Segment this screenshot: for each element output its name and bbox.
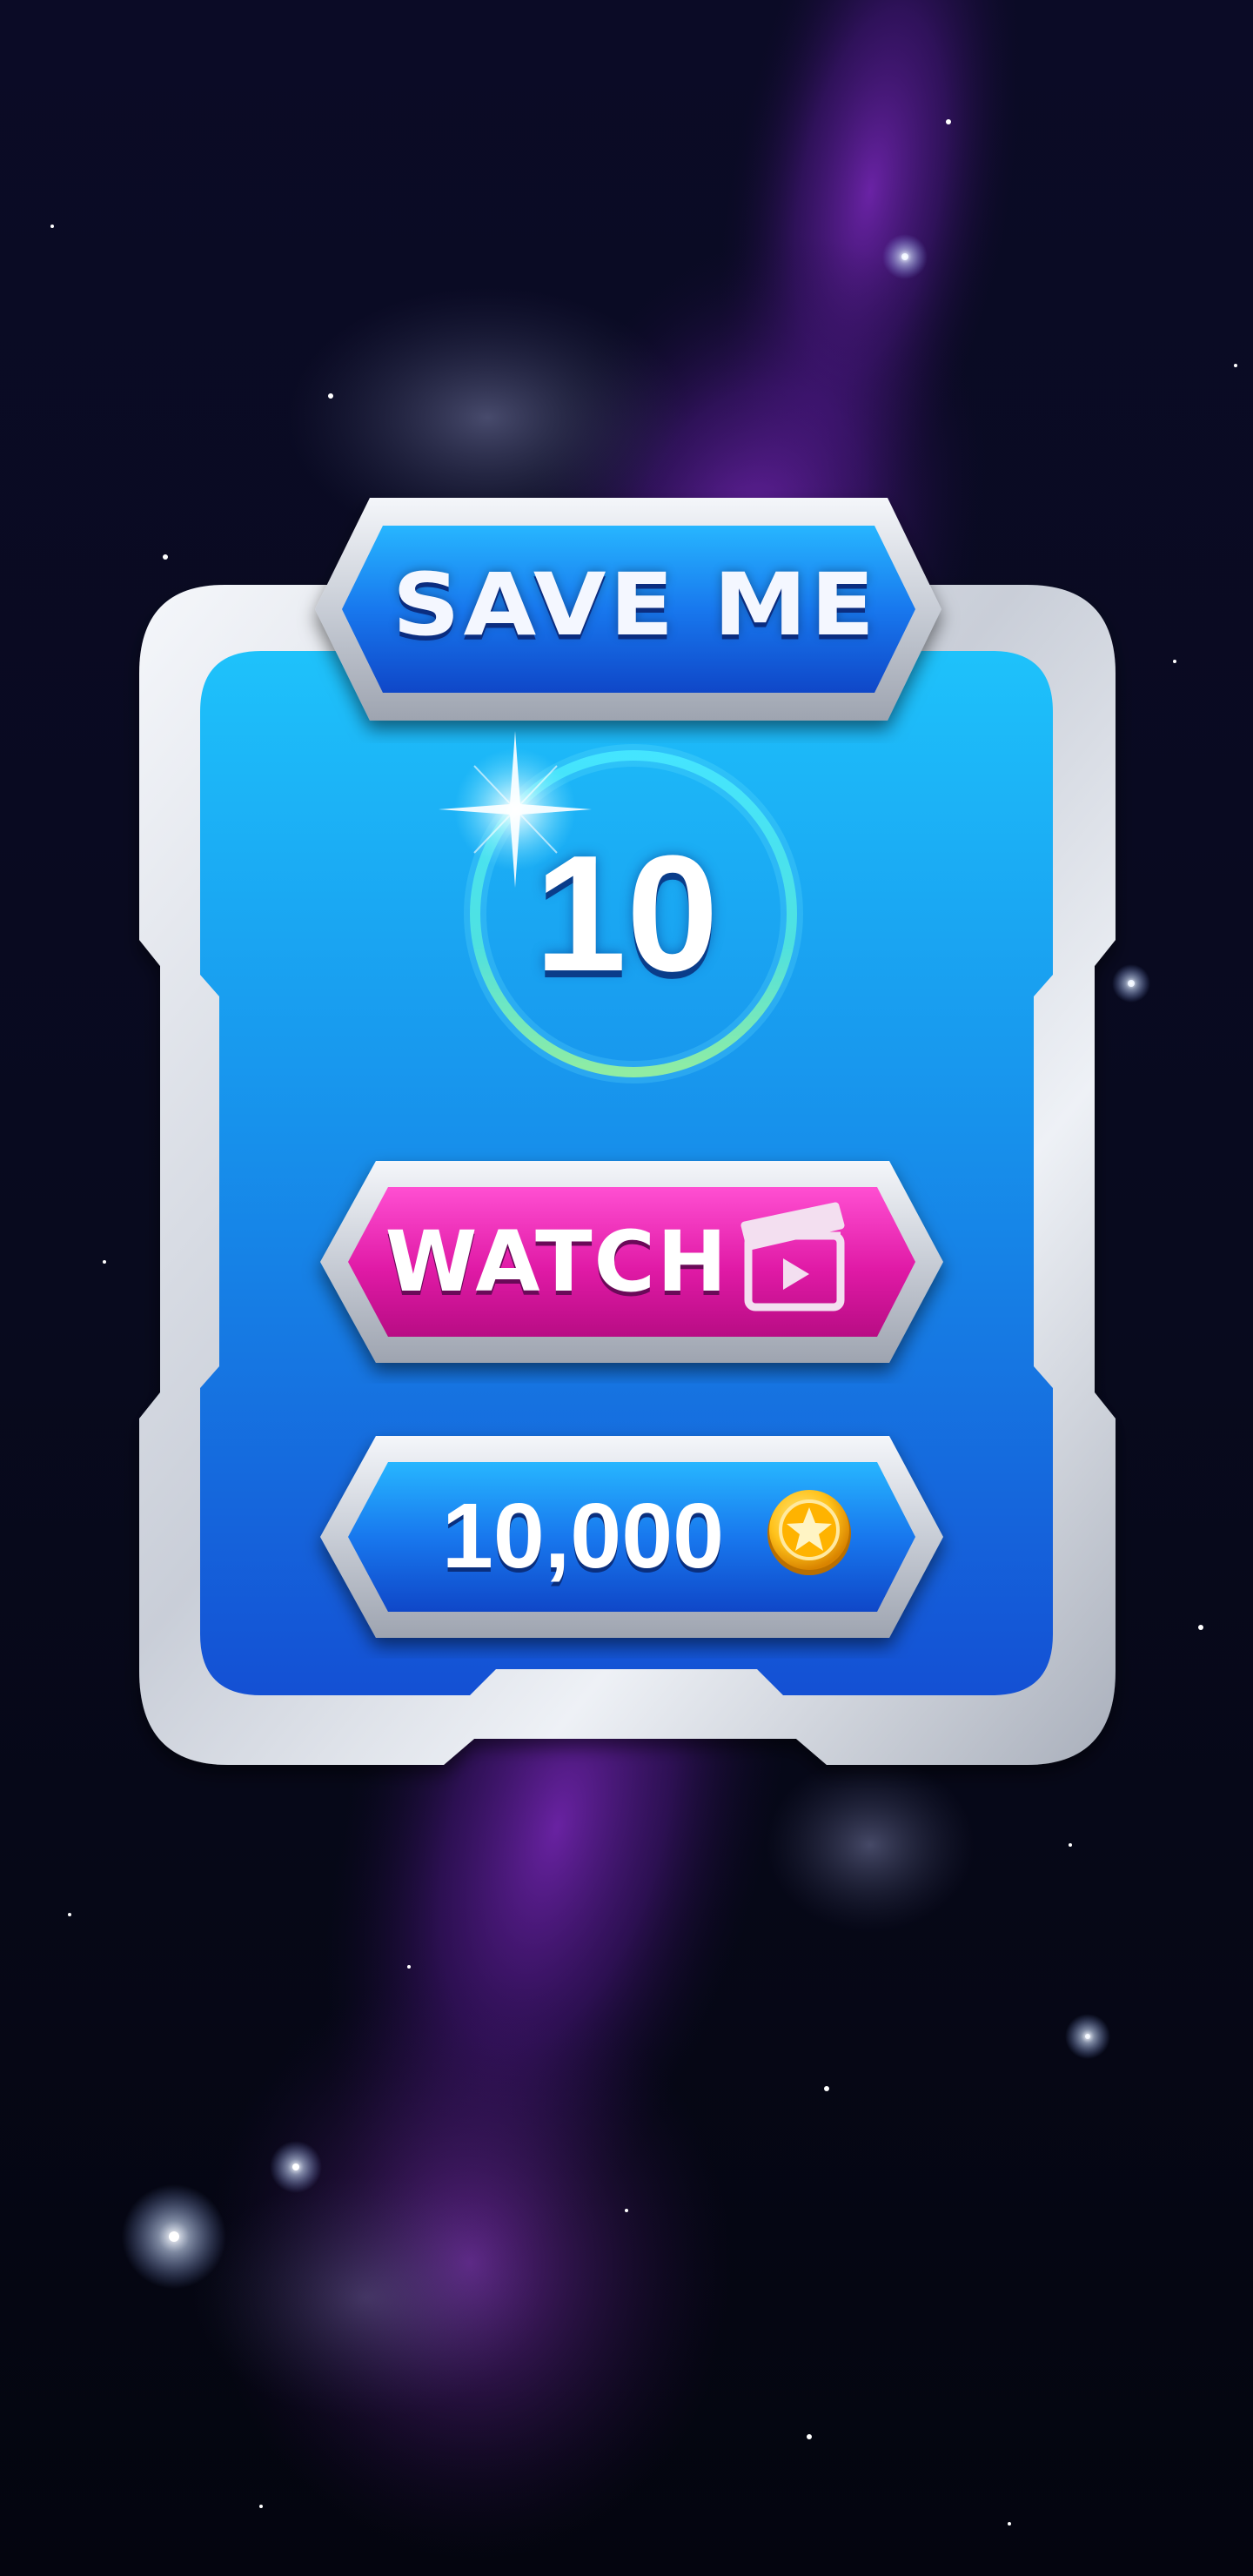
dialog-title: SAVE ME <box>392 554 879 655</box>
watch-ad-button[interactable] <box>320 1161 943 1363</box>
countdown-number: 10 <box>534 822 719 1006</box>
game-screen: SAVE ME 10 WATCH 10,000 <box>0 0 1253 2576</box>
buy-with-coins-button[interactable] <box>320 1436 943 1638</box>
